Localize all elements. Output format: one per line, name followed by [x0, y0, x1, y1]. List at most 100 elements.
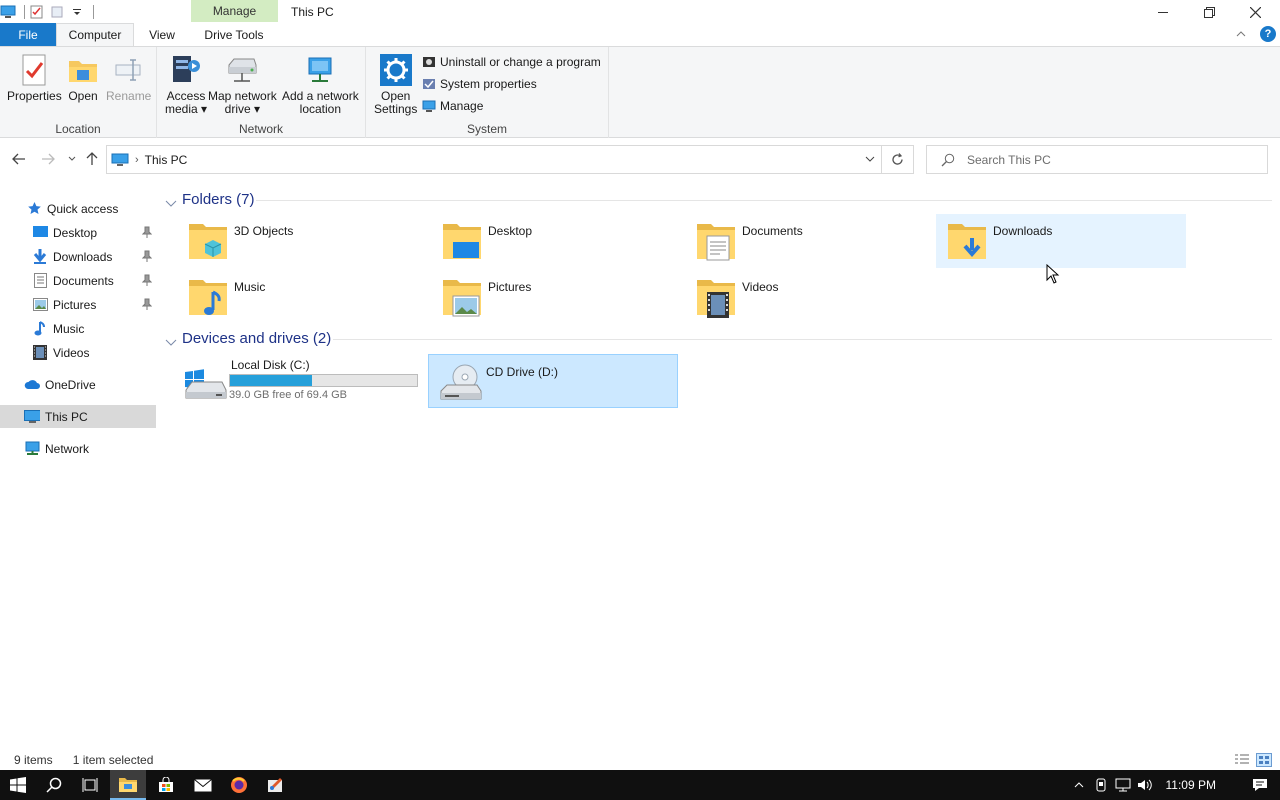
sidebar-item-this-pc[interactable]: This PC: [0, 405, 156, 428]
drive-usage-fill: [230, 375, 313, 386]
pin-icon[interactable]: [141, 226, 153, 238]
add-network-location-button[interactable]: Add a network location: [282, 53, 359, 116]
file-explorer-taskbar-icon[interactable]: [110, 770, 146, 800]
selection-count: 1 item selected: [72, 753, 154, 767]
drives-section-header[interactable]: Devices and drives (2): [165, 330, 331, 347]
sidebar-item-onedrive[interactable]: OneDrive: [0, 373, 156, 396]
pin-icon[interactable]: [141, 298, 153, 310]
tab-drive-tools[interactable]: Drive Tools: [190, 23, 278, 46]
minimize-button[interactable]: [1140, 0, 1186, 24]
sidebar-item-network[interactable]: Network: [0, 437, 156, 460]
task-view-icon[interactable]: [72, 770, 108, 800]
action-center-icon[interactable]: [1240, 770, 1280, 800]
network-status-icon[interactable]: [1112, 770, 1134, 800]
show-hidden-icons-chevron-icon[interactable]: [1068, 770, 1090, 800]
media-server-icon: [169, 53, 203, 87]
new-folder-icon[interactable]: [49, 4, 65, 20]
properties-icon[interactable]: [29, 4, 45, 20]
folder-pictures[interactable]: Pictures: [431, 270, 681, 324]
system-group-label: System: [466, 122, 507, 136]
open-button[interactable]: Open: [66, 53, 100, 103]
search-input[interactable]: [967, 152, 1257, 167]
this-pc-icon: [0, 4, 16, 20]
address-bar[interactable]: › This PC: [106, 145, 882, 174]
tab-file[interactable]: File: [0, 23, 56, 46]
sidebar-item-desktop[interactable]: Desktop: [0, 221, 156, 244]
close-button[interactable]: [1232, 0, 1278, 24]
this-pc-icon: [24, 409, 40, 425]
quick-access-toolbar: [0, 0, 94, 24]
sidebar-item-videos[interactable]: Videos: [0, 341, 156, 364]
store-icon[interactable]: [148, 770, 184, 800]
downloads-folder-icon: [944, 218, 990, 264]
address-history-dropdown-icon[interactable]: [865, 154, 875, 165]
network-icon: [24, 441, 40, 457]
sidebar-item-quick-access[interactable]: Quick access: [0, 197, 156, 220]
music-note-icon: [32, 321, 48, 337]
volume-icon[interactable]: [1134, 770, 1156, 800]
customize-qat-icon[interactable]: [69, 4, 85, 20]
manage-button[interactable]: Manage: [422, 99, 483, 113]
sidebar-item-pictures[interactable]: Pictures: [0, 293, 156, 316]
folder-desktop[interactable]: Desktop: [431, 214, 681, 268]
mail-icon[interactable]: [185, 770, 221, 800]
drive-cd-d[interactable]: CD Drive (D:): [428, 354, 678, 408]
pictures-icon: [32, 297, 48, 313]
uninstall-program-button[interactable]: Uninstall or change a program: [422, 55, 601, 69]
clock[interactable]: 11:09 PM: [1166, 778, 1216, 792]
forward-arrow-icon[interactable]: [39, 150, 57, 168]
network-group-label: Network: [238, 122, 283, 136]
sidebar-item-music[interactable]: Music: [0, 317, 156, 340]
folder-documents[interactable]: Documents: [685, 214, 935, 268]
open-settings-button[interactable]: Open Settings: [374, 53, 417, 116]
chevron-down-icon: [165, 334, 177, 346]
start-windows-icon[interactable]: [0, 770, 36, 800]
item-count: 9 items: [14, 753, 53, 767]
device-icon[interactable]: [1090, 770, 1112, 800]
sidebar-item-documents[interactable]: Documents: [0, 269, 156, 292]
large-icons-view-icon[interactable]: [1256, 753, 1272, 767]
windows-drive-icon: [182, 358, 228, 404]
up-arrow-icon[interactable]: [83, 150, 101, 168]
folder-videos[interactable]: Videos: [685, 270, 935, 324]
manage-context-tab[interactable]: Manage: [191, 0, 278, 22]
drive-local-disk-c[interactable]: Local Disk (C:) 39.0 GB free of 69.4 GB: [174, 354, 424, 408]
system-properties-button[interactable]: System properties: [422, 77, 537, 91]
breadcrumb[interactable]: This PC: [145, 153, 188, 167]
pin-icon[interactable]: [141, 274, 153, 286]
mouse-cursor-icon: [1046, 263, 1060, 284]
back-arrow-icon[interactable]: [10, 150, 28, 168]
desktop-icon: [32, 225, 48, 241]
breadcrumb-chevron-icon[interactable]: ›: [135, 154, 139, 166]
folder-open-icon: [66, 53, 100, 87]
cd-drive-icon: [437, 359, 483, 405]
details-view-icon[interactable]: [1234, 753, 1250, 767]
map-network-drive-button[interactable]: Map network drive ▾: [208, 53, 277, 116]
firefox-icon[interactable]: [221, 770, 257, 800]
restore-button[interactable]: [1186, 0, 1232, 24]
network-drive-icon: [225, 53, 259, 87]
recent-locations-icon[interactable]: [63, 150, 81, 168]
folder-3d-objects[interactable]: 3D Objects: [177, 214, 427, 268]
chevron-down-icon: [165, 195, 177, 207]
folder-music[interactable]: Music: [177, 270, 427, 324]
rename-icon: [112, 53, 146, 87]
tab-computer[interactable]: Computer: [56, 23, 134, 46]
refresh-icon[interactable]: [882, 145, 914, 174]
access-media-button[interactable]: Access media ▾: [165, 53, 207, 116]
rename-button[interactable]: Rename: [106, 53, 151, 103]
window-title: This PC: [291, 5, 334, 19]
properties-button[interactable]: Properties: [7, 53, 62, 103]
sidebar-item-downloads[interactable]: Downloads: [0, 245, 156, 268]
tab-view[interactable]: View: [134, 23, 190, 46]
help-icon[interactable]: ?: [1260, 26, 1276, 42]
search-box[interactable]: [926, 145, 1268, 174]
collapse-ribbon-icon[interactable]: [1236, 27, 1246, 41]
download-arrow-icon: [32, 249, 48, 265]
pin-icon[interactable]: [141, 250, 153, 262]
folders-section-header[interactable]: Folders (7): [165, 191, 255, 208]
paint-app-icon[interactable]: [258, 770, 294, 800]
search-icon[interactable]: [36, 770, 72, 800]
3d-objects-folder-icon: [185, 218, 231, 264]
folder-downloads[interactable]: Downloads: [936, 214, 1186, 268]
